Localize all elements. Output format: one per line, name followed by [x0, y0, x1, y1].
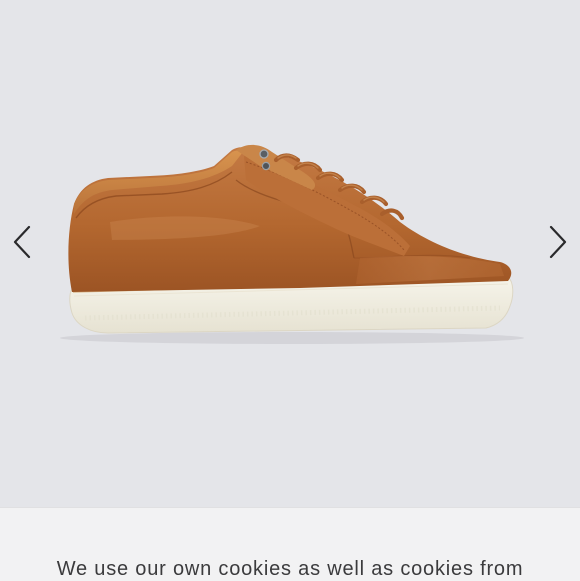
cookie-banner-text: We use our own cookies as well as cookie… — [56, 558, 524, 580]
product-image — [60, 144, 524, 344]
next-image-button[interactable] — [538, 220, 578, 264]
previous-image-button[interactable] — [2, 220, 42, 264]
product-image-gallery — [0, 0, 580, 507]
chevron-right-icon — [549, 225, 567, 259]
chevron-left-icon — [13, 225, 31, 259]
cookie-consent-banner: We use our own cookies as well as cookie… — [0, 507, 580, 581]
